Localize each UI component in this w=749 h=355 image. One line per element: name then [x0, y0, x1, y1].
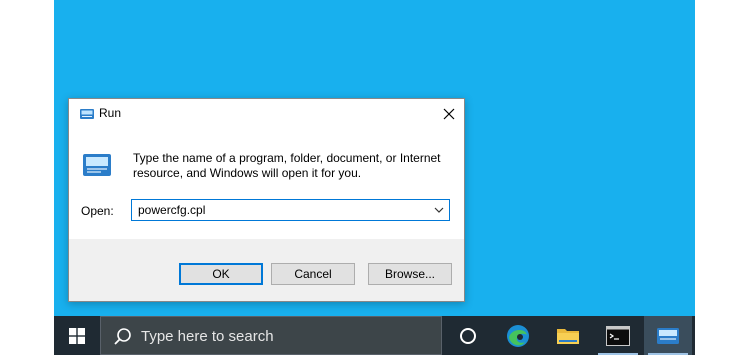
run-dialog: Run Type the name of a program, folder, …: [68, 98, 465, 302]
search-icon: [114, 328, 131, 345]
browse-button[interactable]: Browse...: [368, 263, 452, 285]
file-explorer-icon: [557, 328, 579, 344]
chevron-down-icon: [434, 207, 444, 213]
run-icon: [657, 327, 679, 344]
close-icon: [443, 108, 455, 120]
windows-logo-icon: [69, 327, 85, 344]
taskbar-edge[interactable]: [494, 316, 542, 355]
taskbar: Type here to search: [54, 316, 695, 355]
close-button[interactable]: [434, 99, 464, 129]
run-program-icon: [83, 154, 111, 176]
dialog-title: Run: [99, 106, 122, 120]
edge-icon: [507, 324, 529, 347]
command-prompt-icon: [606, 325, 630, 346]
dialog-content: Type the name of a program, folder, docu…: [69, 129, 464, 239]
taskbar-run[interactable]: [644, 316, 692, 355]
dropdown-button[interactable]: [431, 201, 447, 219]
search-placeholder: Type here to search: [141, 328, 274, 345]
ok-button[interactable]: OK: [179, 263, 263, 285]
taskbar-file-explorer[interactable]: [544, 316, 592, 355]
start-button[interactable]: [54, 316, 100, 355]
cortana-icon: [460, 327, 476, 344]
open-label: Open:: [81, 204, 114, 218]
open-input-value[interactable]: powercfg.cpl: [138, 203, 205, 217]
dialog-titlebar[interactable]: Run: [69, 99, 464, 129]
taskbar-command-prompt[interactable]: [594, 316, 642, 355]
dialog-description: Type the name of a program, folder, docu…: [133, 151, 441, 180]
open-combobox[interactable]: powercfg.cpl: [131, 199, 450, 221]
run-icon: [80, 109, 94, 119]
taskbar-search-box[interactable]: Type here to search: [100, 316, 442, 355]
cancel-button[interactable]: Cancel: [271, 263, 355, 285]
cortana-button[interactable]: [444, 316, 492, 355]
